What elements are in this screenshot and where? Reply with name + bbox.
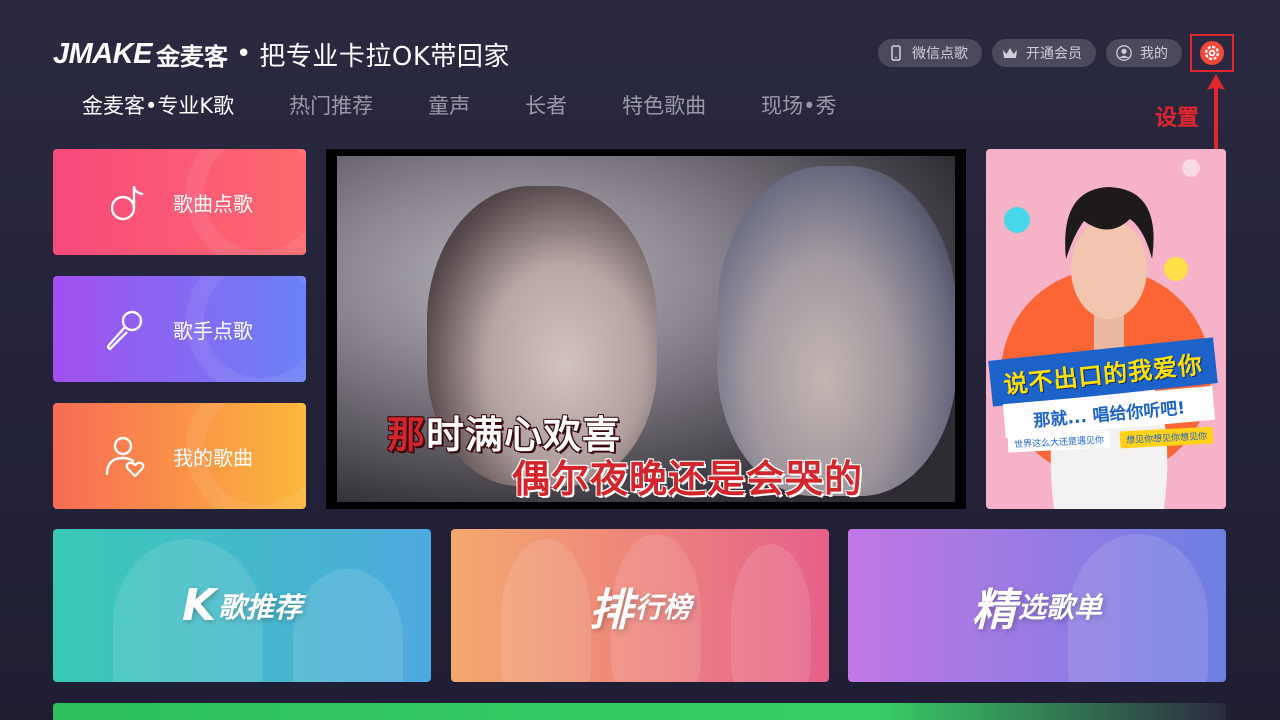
wechat-order-label: 微信点歌 bbox=[912, 46, 968, 62]
settings-button[interactable] bbox=[1190, 34, 1234, 72]
tab-live-show[interactable]: 现场•秀 bbox=[761, 90, 836, 120]
my-account-label: 我的 bbox=[1140, 46, 1168, 62]
card-decoration bbox=[186, 403, 306, 509]
membership-label: 开通会员 bbox=[1026, 46, 1082, 62]
brand: JMAKE 金麦客 • 把专业卡拉OK带回家 bbox=[53, 34, 510, 74]
card-silhouette bbox=[293, 569, 403, 682]
curated-playlist-card[interactable]: 精选歌单 bbox=[848, 529, 1226, 682]
tab-jinmaike-pro-ktv[interactable]: 金麦客•专业K歌 bbox=[82, 90, 234, 120]
my-account-button[interactable]: 我的 bbox=[1106, 39, 1182, 67]
phone-icon bbox=[891, 45, 901, 61]
video-player[interactable]: 那时满心欢喜 偶尔夜晚还是会哭的 bbox=[326, 149, 966, 509]
user-heart-icon bbox=[105, 436, 145, 478]
tab-children-voice[interactable]: 童声 bbox=[428, 90, 470, 120]
card-silhouette bbox=[611, 534, 701, 682]
nav-tabs: 金麦客•专业K歌 热门推荐 童声 长者 特色歌曲 现场•秀 bbox=[82, 90, 892, 120]
gear-icon bbox=[1200, 41, 1224, 65]
card-silhouette bbox=[113, 539, 263, 682]
settings-annotation-label: 设置 bbox=[1155, 106, 1200, 131]
music-note-icon bbox=[110, 185, 144, 221]
k-song-recommend-card[interactable]: K 歌推荐 bbox=[53, 529, 431, 682]
poster-tag-b: 想见你想见你想见你 bbox=[1119, 426, 1214, 449]
brand-slogan: 把专业卡拉OK带回家 bbox=[259, 41, 510, 72]
top-actions: 微信点歌 开通会员 我的 bbox=[878, 39, 1182, 67]
card-silhouette bbox=[501, 539, 591, 682]
charts-card[interactable]: 排行榜 bbox=[451, 529, 829, 682]
song-order-card[interactable]: 歌曲点歌 bbox=[53, 149, 306, 255]
poster-dot bbox=[1182, 159, 1200, 177]
wechat-order-button[interactable]: 微信点歌 bbox=[878, 39, 982, 67]
bottom-banner[interactable] bbox=[53, 703, 1226, 720]
video-frame: 那时满心欢喜 偶尔夜晚还是会哭的 bbox=[337, 156, 955, 502]
card-decoration bbox=[186, 276, 306, 382]
feature-title-big: 精 bbox=[971, 584, 1016, 636]
brand-separator: • bbox=[236, 39, 252, 69]
card-silhouette bbox=[731, 544, 811, 682]
promo-poster[interactable]: 说不出口的我爱你 那就... 唱给你听吧! 世界这么大还是遇见你 想见你想见你想… bbox=[986, 149, 1226, 509]
membership-button[interactable]: 开通会员 bbox=[992, 39, 1096, 67]
singer-order-card[interactable]: 歌手点歌 bbox=[53, 276, 306, 382]
my-songs-card[interactable]: 我的歌曲 bbox=[53, 403, 306, 509]
jmake-logo: JMAKE bbox=[53, 37, 153, 70]
brand-name: 金麦客 bbox=[156, 42, 229, 71]
video-figure-right bbox=[717, 166, 955, 496]
poster-dot bbox=[1004, 207, 1030, 233]
card-silhouette bbox=[1068, 534, 1208, 682]
tab-featured-songs[interactable]: 特色歌曲 bbox=[622, 90, 706, 120]
singer-portrait bbox=[1050, 187, 1168, 509]
tab-elders[interactable]: 长者 bbox=[525, 90, 567, 120]
tab-hot-recommend[interactable]: 热门推荐 bbox=[289, 90, 373, 120]
microphone-icon bbox=[107, 310, 143, 351]
lyric-line-2: 偶尔夜晚还是会哭的 bbox=[512, 457, 864, 501]
user-icon bbox=[1116, 45, 1132, 61]
annotation-arrow-icon bbox=[1207, 74, 1225, 158]
card-decoration bbox=[186, 149, 306, 255]
lyric-line-1-sung: 那 bbox=[387, 413, 427, 457]
crown-icon bbox=[1003, 48, 1017, 58]
